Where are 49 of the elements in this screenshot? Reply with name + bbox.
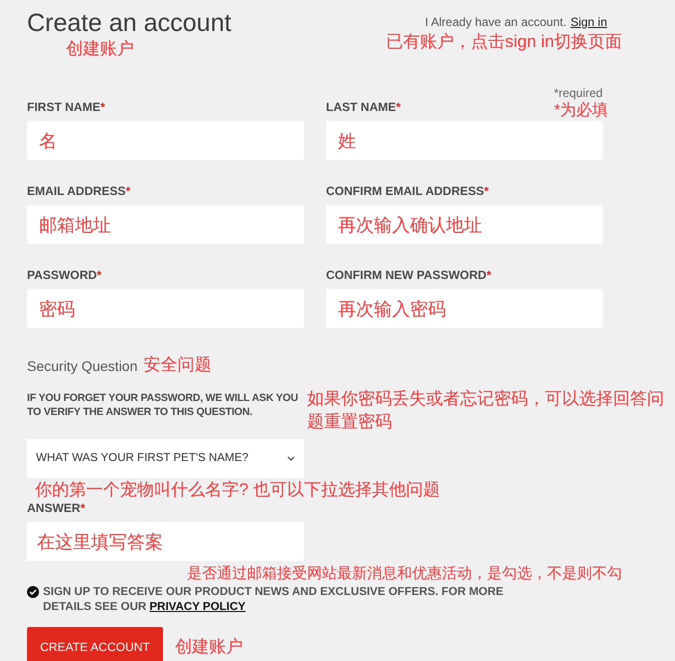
field-label: CONFIRM EMAIL ADDRESS: [326, 184, 484, 198]
account-prompt: I Already have an account.: [425, 15, 566, 29]
field-label: FIRST NAME: [27, 100, 100, 114]
chevron-down-icon: [287, 456, 295, 461]
title-annotation: 创建账户: [66, 38, 135, 60]
security-info: IF YOU FORGET YOUR PASSWORD, WE WILL ASK YOU TO VERIFY THE ANSWER TO THIS QUESTION.: [27, 391, 300, 420]
input-field[interactable]: 姓: [326, 121, 603, 160]
field-label: EMAIL ADDRESS: [27, 184, 126, 198]
field-annotation: 在这里填写答案: [37, 530, 163, 552]
button-annotation: 创建账户: [175, 636, 243, 658]
field-annotation: 邮箱地址: [39, 214, 111, 236]
field-label: LAST NAME: [326, 100, 396, 114]
security-annotation: 如果你密码丢失或者忘记密码，可以选择回答问题重置密码: [307, 388, 665, 433]
field-annotation: 再次输入确认地址: [338, 214, 482, 236]
create-account-button[interactable]: CREATE ACCOUNT: [27, 627, 163, 661]
section-annotation: 安全问题: [144, 355, 212, 375]
question-dropdown[interactable]: WHAT WAS YOUR FIRST PET'S NAME?: [27, 439, 304, 478]
field-annotation: 姓: [338, 130, 356, 152]
newsletter-text: SIGN UP TO RECEIVE OUR PRODUCT NEWS AND EXCLUSIVE OFFERS. FOR MORE DETAILS SEE OUR PRIVACY POLICY: [43, 585, 504, 615]
required-mark: *: [80, 501, 86, 515]
required-mark: *: [484, 184, 489, 198]
required-mark: *: [396, 100, 401, 114]
field-label: CONFIRM NEW PASSWORD: [326, 268, 486, 282]
field-label: PASSWORD: [27, 268, 97, 282]
dropdown-annotation: 你的第一个宠物叫什么名字? 也可以下拉选择其他问题: [35, 480, 442, 500]
field-annotation: 密码: [39, 298, 75, 320]
required-mark: *: [486, 268, 492, 282]
newsletter-annotation: 是否通过邮箱接受网站最新消息和优惠活动，是勾选，不是则不勾: [187, 565, 623, 583]
required-mark: *: [126, 184, 130, 198]
privacy-policy-link[interactable]: PRIVACY POLICY: [150, 601, 246, 613]
required-annotation: *为必填: [554, 102, 608, 120]
input-field[interactable]: 邮箱地址: [27, 205, 304, 244]
required-note: *required: [554, 86, 604, 100]
required-mark: *: [96, 268, 102, 282]
input-field[interactable]: 再次输入确认地址: [326, 205, 603, 244]
input-field[interactable]: 名: [27, 121, 304, 160]
field-annotation: 名: [39, 130, 57, 152]
section-heading: Security Question: [27, 357, 138, 375]
sign-in-annotation: 已有账户，点击sign in切换页面: [386, 31, 622, 53]
sign-in-link[interactable]: Sign in: [570, 15, 608, 29]
newsletter-checkbox[interactable]: [27, 586, 39, 598]
check-icon: [29, 589, 37, 595]
answer-label: ANSWER: [27, 501, 80, 515]
answer-field[interactable]: 在这里填写答案: [27, 522, 304, 561]
input-field[interactable]: 再次输入密码: [326, 289, 603, 328]
input-field[interactable]: 密码: [27, 289, 304, 328]
field-annotation: 再次输入密码: [338, 298, 446, 320]
page-title: Create an account: [27, 8, 232, 38]
required-mark: *: [100, 100, 106, 114]
